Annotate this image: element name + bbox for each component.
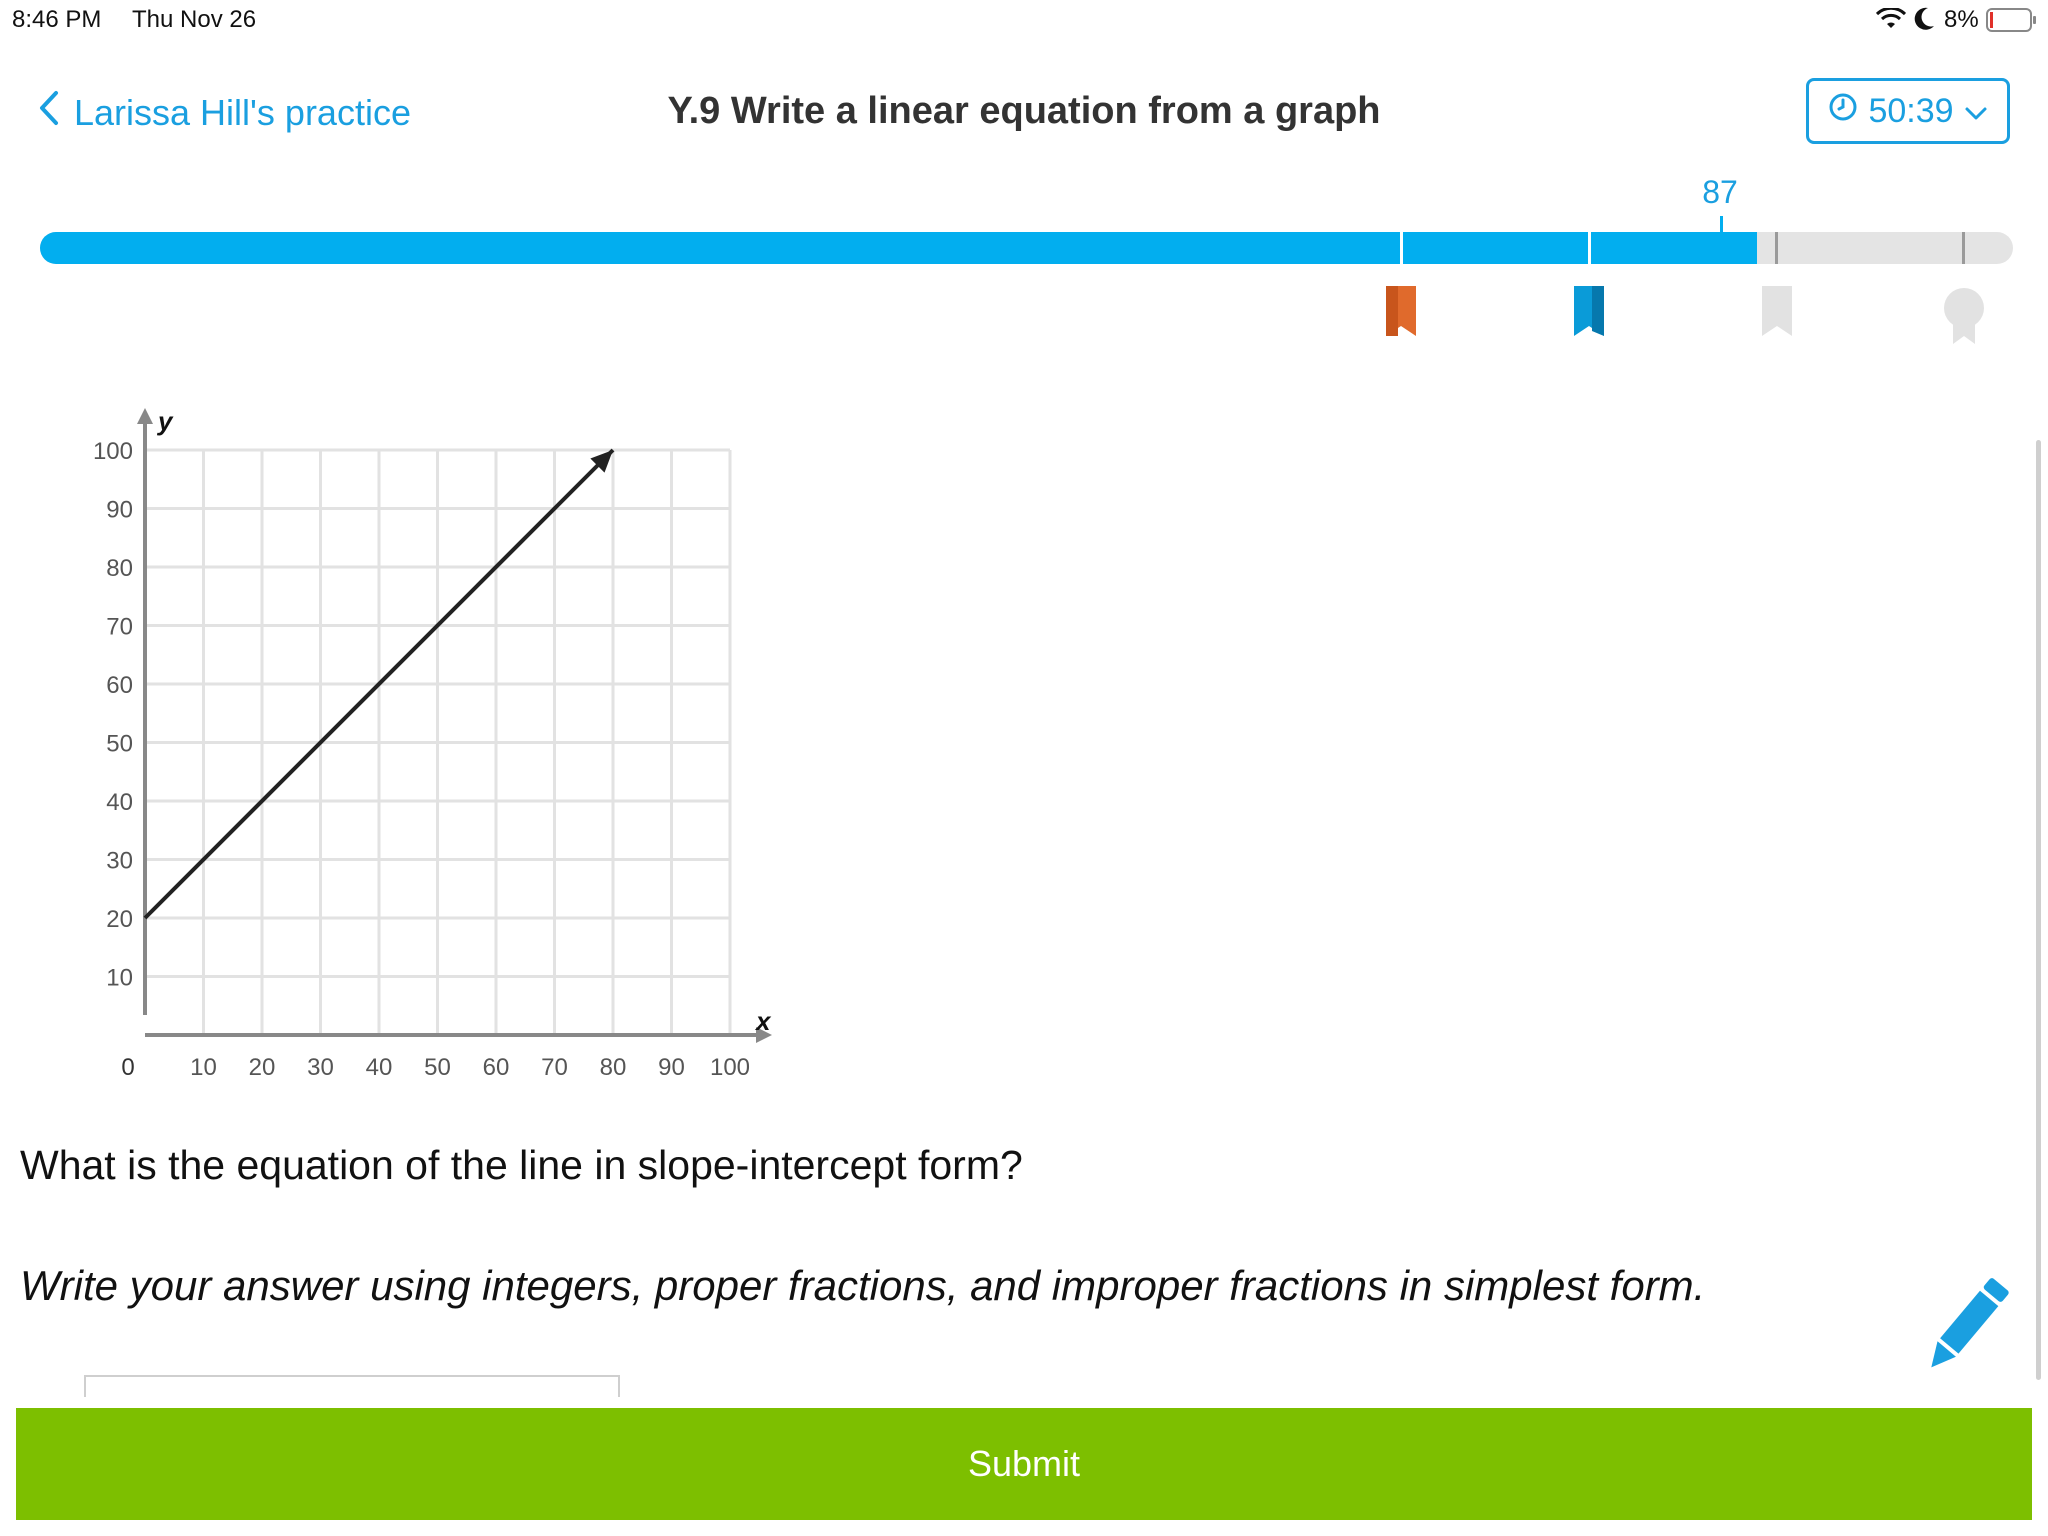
blue-ribbon-icon xyxy=(1574,286,1604,341)
smartscore-value: 87 xyxy=(1702,174,1738,210)
x-tick-label: 50 xyxy=(424,1054,451,1081)
progress-tick xyxy=(1400,232,1403,264)
y-axis-label: y xyxy=(156,406,174,436)
y-tick-label: 80 xyxy=(106,555,133,582)
status-date: Thu Nov 26 xyxy=(132,6,257,33)
chevron-left-icon xyxy=(38,90,60,135)
x-tick-label: 70 xyxy=(541,1054,568,1081)
origin-label: 0 xyxy=(121,1054,134,1081)
y-tick-label: 10 xyxy=(106,965,133,992)
y-tick-label: 40 xyxy=(106,789,133,816)
x-tick-label: 10 xyxy=(190,1054,217,1081)
back-link[interactable]: Larissa Hill's practice xyxy=(38,90,411,135)
y-tick-label: 90 xyxy=(106,497,133,524)
x-tick-label: 30 xyxy=(307,1054,334,1081)
x-axis-label: x xyxy=(754,1006,772,1036)
pencil-icon[interactable] xyxy=(1916,1276,2016,1381)
question-prompt: What is the equation of the line in slop… xyxy=(20,1142,1023,1188)
status-time: 8:46 PM xyxy=(12,6,102,33)
line-graph: y x 0 10 20 30 40 50 60 70 80 90 100 10 20 30 40 50 60 7… xyxy=(93,406,772,1081)
clock-icon xyxy=(1828,92,1858,131)
orange-ribbon-icon xyxy=(1386,286,1416,341)
x-tick-label: 100 xyxy=(710,1054,750,1081)
answer-input[interactable] xyxy=(84,1375,620,1397)
timer-button[interactable]: 50:39 xyxy=(1806,78,2010,144)
progress-tick xyxy=(1775,232,1778,264)
y-tick-label: 70 xyxy=(106,614,133,641)
y-tick-label: 60 xyxy=(106,672,133,699)
battery-icon xyxy=(1986,8,2038,37)
x-tick-label: 80 xyxy=(600,1054,627,1081)
progress-tick xyxy=(1962,232,1965,264)
scrollbar[interactable] xyxy=(2036,440,2041,1380)
back-link-label: Larissa Hill's practice xyxy=(74,91,411,133)
gray-ribbon-icon xyxy=(1762,286,1792,341)
award-medal-icon xyxy=(1943,286,1985,349)
answer-instructions: Write your answer using integers, proper… xyxy=(20,1262,1706,1309)
progress-fill xyxy=(40,232,1757,264)
wifi-icon xyxy=(1875,6,1907,35)
y-tick-label: 50 xyxy=(106,731,133,758)
x-tick-label: 60 xyxy=(483,1054,510,1081)
progress-bar xyxy=(40,232,2013,264)
chevron-down-icon xyxy=(1964,92,1988,131)
battery-percent: 8% xyxy=(1944,6,1979,33)
x-tick-label: 40 xyxy=(366,1054,393,1081)
y-tick-label: 100 xyxy=(93,438,133,465)
y-axis-arrow xyxy=(137,408,153,424)
y-tick-label: 30 xyxy=(106,848,133,875)
x-tick-label: 20 xyxy=(249,1054,276,1081)
submit-button[interactable]: Submit xyxy=(16,1408,2032,1520)
timer-value: 50:39 xyxy=(1868,91,1954,130)
progress-tick xyxy=(1588,232,1591,264)
y-tick-label: 20 xyxy=(106,906,133,933)
moon-icon xyxy=(1912,6,1936,37)
x-tick-label: 90 xyxy=(658,1054,685,1081)
